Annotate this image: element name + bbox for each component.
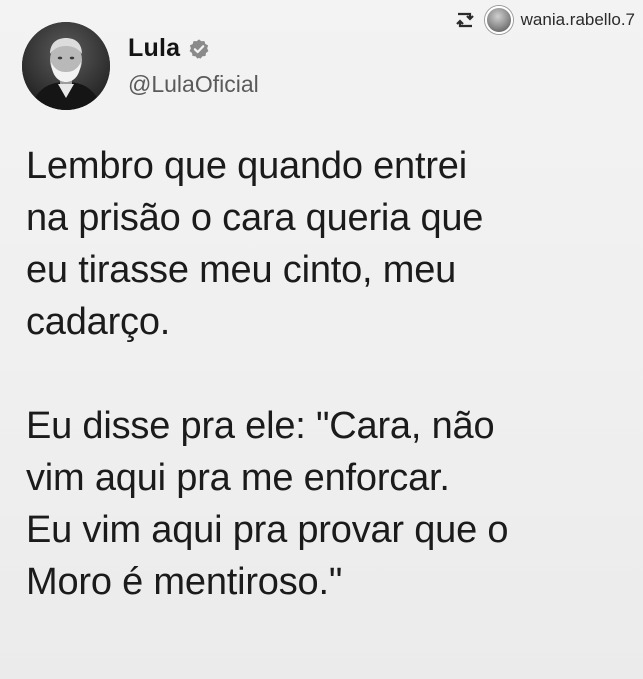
tweet-card: wania.rabello.7 Lula @LulaOficial Lembro…: [0, 0, 643, 679]
verified-badge-icon: [189, 38, 209, 59]
tweet-paragraph: Eu disse pra ele: "Cara, não vim aqui pr…: [26, 405, 509, 603]
tweet-paragraph: Lembro que quando entrei na prisão o car…: [26, 145, 484, 343]
repost-icon: [455, 12, 474, 28]
avatar[interactable]: [22, 22, 110, 110]
tweet-header: Lula @LulaOficial: [22, 22, 259, 110]
name-row: Lula: [128, 34, 259, 63]
author-handle[interactable]: @LulaOficial: [128, 71, 259, 98]
repost-username[interactable]: wania.rabello.7: [521, 10, 635, 30]
repost-attribution[interactable]: wania.rabello.7: [453, 6, 635, 34]
repost-user-avatar[interactable]: [484, 6, 513, 34]
author-name[interactable]: Lula: [128, 34, 180, 63]
author-names: Lula @LulaOficial: [128, 34, 259, 98]
tweet-text: Lembro que quando entrei na prisão o car…: [26, 140, 626, 608]
avatar-photo: [22, 22, 110, 110]
